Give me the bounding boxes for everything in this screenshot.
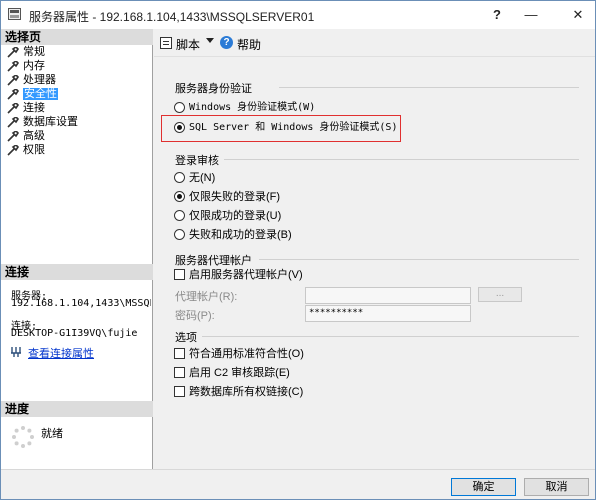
page-item-label: 权限 <box>23 144 45 156</box>
option-label: 符合通用标准符合性(O) <box>189 348 304 360</box>
radio-button[interactable] <box>174 172 185 183</box>
option-label: Windows 身份验证模式(W) <box>189 102 316 113</box>
page-list: 常规 内存 处理器 安全性 连接 数据库设置 高级 权限 <box>1 45 153 157</box>
page-item-advanced[interactable]: 高级 <box>1 129 153 143</box>
page-item-permissions[interactable]: 权限 <box>1 143 153 157</box>
connection-header: 连接 <box>1 264 153 280</box>
progress-spinner-icon <box>12 426 34 448</box>
script-button[interactable]: 脚本 <box>176 36 200 53</box>
option-label: SQL Server 和 Windows 身份验证模式(S) <box>189 122 398 133</box>
proxy-browse-button[interactable]: ... <box>478 287 522 302</box>
dialog-button-bar: 确定 取消 <box>1 469 595 499</box>
server-properties-dialog: 服务器属性 - 192.168.1.104,1433\MSSQLSERVER01… <box>0 0 596 500</box>
help-toolbar-button[interactable]: 帮助 <box>237 36 261 53</box>
checkbox[interactable] <box>174 367 185 378</box>
server-app-icon <box>8 8 21 20</box>
page-item-database-settings[interactable]: 数据库设置 <box>1 115 153 129</box>
window-title: 服务器属性 - 192.168.1.104,1433\MSSQLSERVER01 <box>29 10 315 24</box>
option-label: 跨数据库所有权链接(C) <box>189 386 304 398</box>
help-icon: ? <box>220 36 233 49</box>
proxy-password-field[interactable]: ********** <box>305 305 471 322</box>
option-label: 仅限失败的登录(F) <box>189 191 281 203</box>
wrench-icon <box>7 61 19 72</box>
group-divider <box>279 87 579 88</box>
wrench-icon <box>7 117 19 128</box>
minimize-button[interactable]: — <box>511 1 551 29</box>
wrench-icon <box>7 103 19 114</box>
option-label: 失败和成功的登录(B) <box>189 229 292 241</box>
wrench-icon <box>7 145 19 156</box>
group-divider <box>259 259 579 260</box>
connection-properties-icon <box>11 347 21 357</box>
toolbar: 脚本 ? 帮助 <box>154 29 595 57</box>
wrench-icon <box>7 75 19 86</box>
checkbox[interactable] <box>174 269 185 280</box>
connection-value: DESKTOP-G1I39VQ\fujie <box>11 328 138 339</box>
security-page: 服务器身份验证 Windows 身份验证模式(W) SQL Server 和 W… <box>154 58 595 469</box>
page-item-label: 常规 <box>23 46 45 58</box>
close-button[interactable]: ✕ <box>561 1 595 29</box>
option-label: 无(N) <box>189 172 216 184</box>
wrench-icon <box>7 47 19 58</box>
radio-button[interactable] <box>174 229 185 240</box>
page-item-general[interactable]: 常规 <box>1 45 153 59</box>
page-item-label: 连接 <box>23 102 45 114</box>
page-item-label: 数据库设置 <box>23 116 78 128</box>
view-connection-properties-link[interactable]: 查看连接属性 <box>28 345 94 361</box>
page-item-memory[interactable]: 内存 <box>1 59 153 73</box>
proxy-account-field[interactable] <box>305 287 471 304</box>
options-group-label: 选项 <box>175 332 197 344</box>
option-label: 启用服务器代理帐户(V) <box>189 269 303 281</box>
radio-button[interactable] <box>174 102 185 113</box>
chevron-down-icon[interactable] <box>206 38 214 43</box>
script-icon <box>160 37 172 49</box>
wrench-icon <box>7 89 19 100</box>
page-item-label: 安全性 <box>23 88 58 100</box>
option-label: 仅限成功的登录(U) <box>189 210 282 222</box>
cancel-button[interactable]: 取消 <box>524 478 589 496</box>
page-item-processors[interactable]: 处理器 <box>1 73 153 87</box>
proxy-account-label: 代理帐户(R): <box>175 291 238 303</box>
title-bar: 服务器属性 - 192.168.1.104,1433\MSSQLSERVER01… <box>1 1 595 29</box>
checkbox[interactable] <box>174 348 185 359</box>
left-pane: 选择页 常规 内存 处理器 安全性 连接 数据库设置 高级 权限 连接 服务器:… <box>1 29 153 469</box>
checkbox[interactable] <box>174 386 185 397</box>
page-item-security[interactable]: 安全性 <box>1 87 153 101</box>
proxy-group-label: 服务器代理帐户 <box>175 255 252 267</box>
page-item-label: 处理器 <box>23 74 56 86</box>
radio-button[interactable] <box>174 122 185 133</box>
pages-header: 选择页 <box>1 29 153 45</box>
audit-group-label: 登录审核 <box>175 155 219 167</box>
page-item-connections[interactable]: 连接 <box>1 101 153 115</box>
wrench-icon <box>7 131 19 142</box>
page-item-label: 高级 <box>23 130 45 142</box>
group-divider <box>202 336 579 337</box>
radio-button[interactable] <box>174 210 185 221</box>
proxy-password-label: 密码(P): <box>175 310 215 322</box>
page-item-label: 内存 <box>23 60 45 72</box>
group-divider <box>224 159 579 160</box>
progress-header: 进度 <box>1 401 153 417</box>
server-value: 192.168.1.104,1433\MSSQLSERVER <box>11 298 151 309</box>
auth-group-label: 服务器身份验证 <box>175 83 252 95</box>
ok-button[interactable]: 确定 <box>451 478 516 496</box>
option-label: 启用 C2 审核跟踪(E) <box>189 367 290 379</box>
progress-status: 就绪 <box>41 428 63 440</box>
radio-button[interactable] <box>174 191 185 202</box>
